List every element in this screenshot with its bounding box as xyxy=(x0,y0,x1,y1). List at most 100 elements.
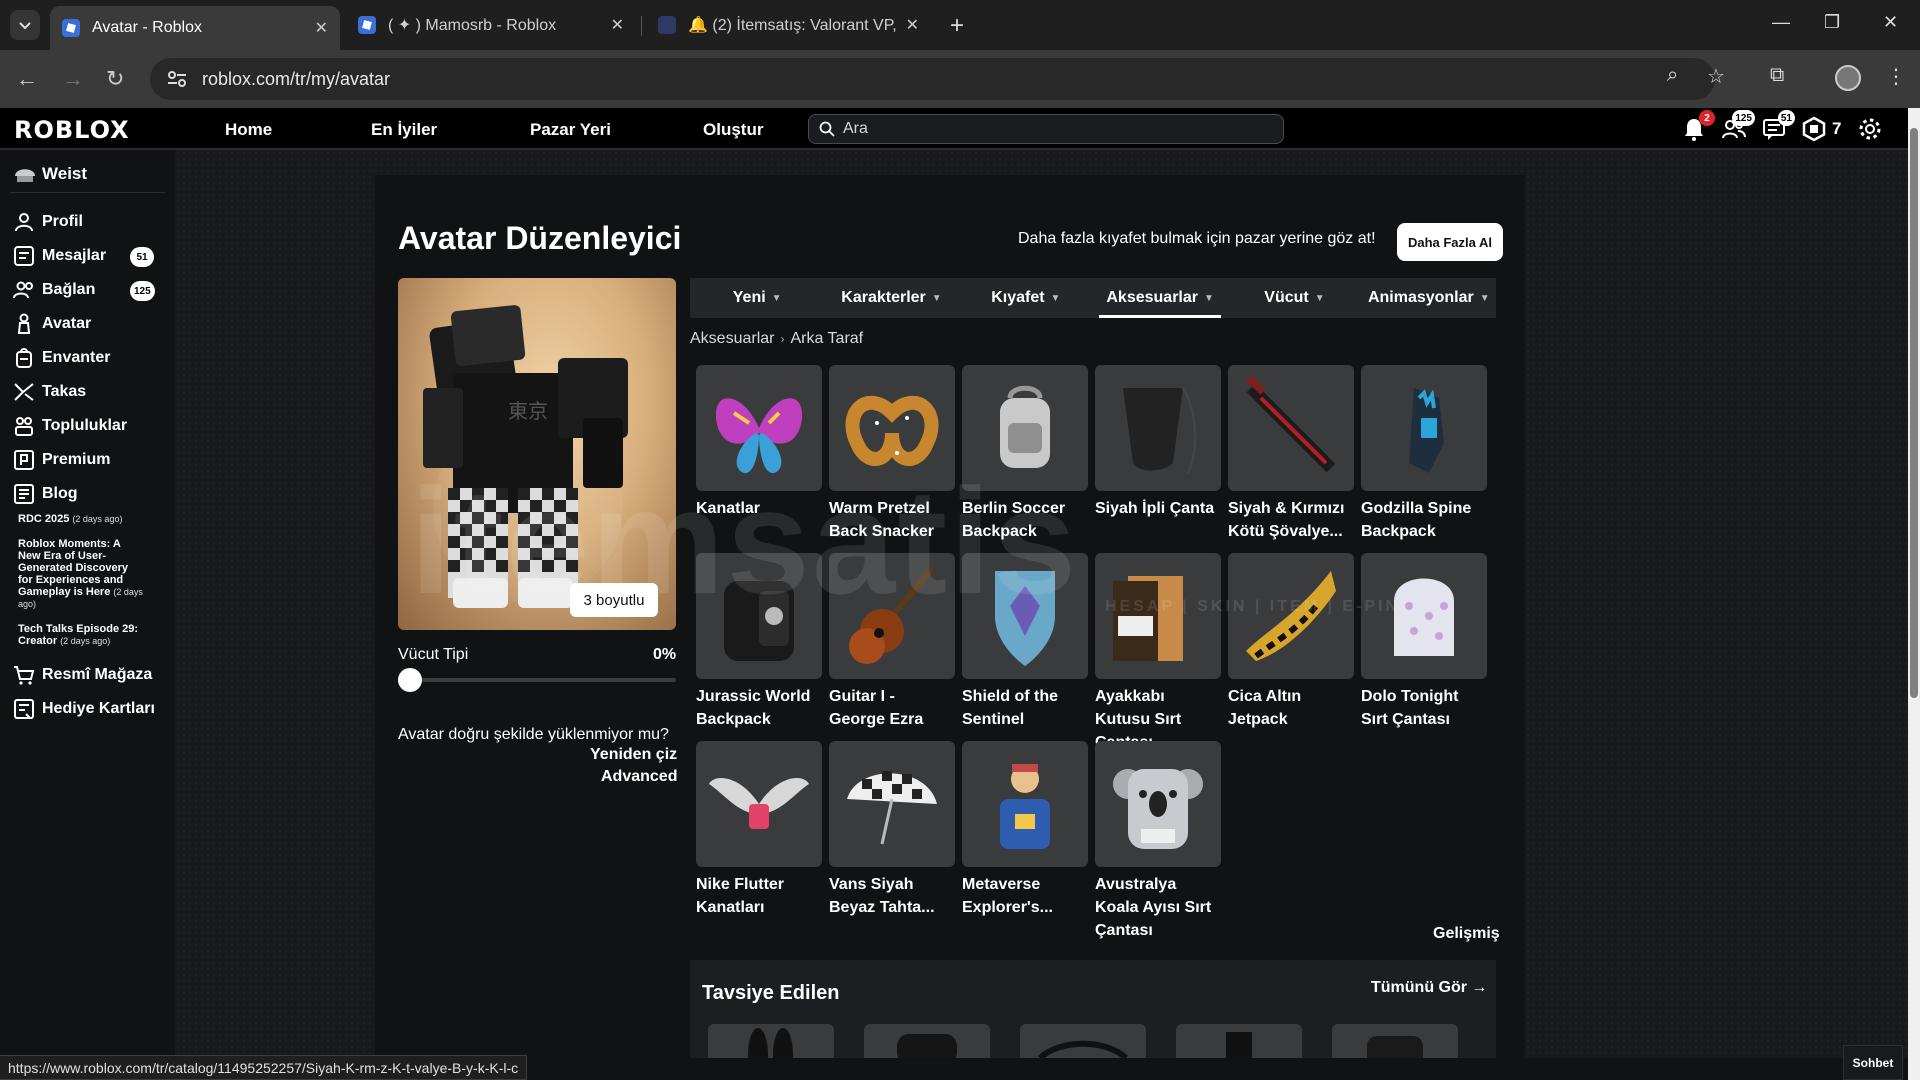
sidebar-item-profile[interactable]: Profil xyxy=(12,209,83,235)
robux-balance[interactable]: 7 xyxy=(1832,119,1841,139)
tab-label: Animasyonlar xyxy=(1367,289,1474,306)
body-type-slider-track[interactable] xyxy=(398,678,676,682)
sidebar-item-inventory[interactable]: Envanter xyxy=(12,345,110,371)
close-tab-icon[interactable]: ✕ xyxy=(611,15,624,35)
sidebar-item-communities[interactable]: Topluluklar xyxy=(12,413,127,439)
roblox-logo[interactable]: ROBLOX xyxy=(14,116,130,144)
browser-menu-icon[interactable]: ⋮ xyxy=(1886,64,1906,89)
breadcrumb-item[interactable]: Aksesuarlar xyxy=(690,330,774,347)
item-card[interactable]: Jurassic World Backpack xyxy=(696,553,822,731)
messages-button[interactable]: 51 xyxy=(1761,110,1795,142)
advanced-link[interactable]: Advanced xyxy=(601,768,677,786)
recommended-item[interactable] xyxy=(1332,1024,1458,1058)
item-thumbnail xyxy=(696,365,822,491)
extensions-icon[interactable]: ⧉ xyxy=(1770,64,1784,87)
blog-post-link[interactable]: Tech Talks Episode 29: Creator (2 days a… xyxy=(18,623,143,647)
item-name: Siyah İpli Çanta xyxy=(1095,500,1215,517)
browser-tab-1[interactable]: Avatar - Roblox ✕ xyxy=(50,6,340,50)
body-type-label: Vücut Tipi xyxy=(398,646,469,663)
sidebar-item-connect[interactable]: Bağlan xyxy=(12,277,95,303)
friends-button[interactable]: 125 xyxy=(1721,110,1755,142)
close-window-icon[interactable]: ✕ xyxy=(1883,12,1898,33)
redraw-link[interactable]: Yeniden çiz xyxy=(590,746,677,764)
chevron-right-icon: › xyxy=(780,332,785,346)
body-type-slider-thumb[interactable] xyxy=(398,668,422,692)
drawstring-bag-icon xyxy=(1123,387,1197,474)
item-card[interactable]: Ayakkabı Kutusu Sırt Çantası xyxy=(1095,553,1221,754)
address-bar[interactable]: roblox.com/tr/my/avatar xyxy=(150,58,1715,100)
browser-tab-2[interactable]: ( ✦ ) Mamosrb - Roblox ✕ xyxy=(346,8,636,42)
advanced-button[interactable]: Gelişmiş xyxy=(1433,925,1500,943)
see-all-link[interactable]: Tümünü Gör → xyxy=(1371,979,1487,997)
search-input[interactable] xyxy=(843,120,1243,138)
recommended-item[interactable] xyxy=(1020,1024,1146,1058)
forward-icon[interactable]: → xyxy=(62,66,84,92)
notifications-button[interactable]: 2 xyxy=(1681,110,1715,142)
item-card[interactable]: Metaverse Explorer's... xyxy=(962,741,1088,919)
scrollbar-thumb[interactable] xyxy=(1910,128,1918,698)
sidebar-user[interactable]: Weist xyxy=(12,162,87,186)
close-tab-icon[interactable]: ✕ xyxy=(315,18,328,38)
nav-charts[interactable]: En İyiler xyxy=(371,120,437,140)
koala-backpack-icon xyxy=(1113,769,1203,849)
sidebar-item-messages[interactable]: Mesajlar xyxy=(12,243,106,269)
item-card[interactable]: Guitar I - George Ezra xyxy=(829,553,955,731)
chat-button[interactable]: Sohbet xyxy=(1843,1045,1903,1080)
reload-icon[interactable]: ↻ xyxy=(106,66,124,92)
item-card[interactable]: Shield of the Sentinel xyxy=(962,553,1088,731)
item-thumbnail xyxy=(962,553,1088,679)
marketplace-promo-text: Daha fazla kıyafet bulmak için pazar yer… xyxy=(1018,230,1376,247)
site-settings-icon[interactable] xyxy=(166,70,188,88)
item-card[interactable]: Godzilla Spine Backpack xyxy=(1361,365,1487,543)
sidebar-item-gift-cards[interactable]: Hediye Kartları xyxy=(12,696,155,722)
sidebar-item-official-store[interactable]: Resmî Mağaza xyxy=(12,662,152,688)
tab-body[interactable]: Vücut ▼ xyxy=(1227,278,1361,318)
tab-accessories[interactable]: Aksesuarlar ▼ xyxy=(1093,278,1227,318)
sidebar-item-label: Resmî Mağaza xyxy=(42,666,153,683)
nav-create[interactable]: Oluştur xyxy=(703,120,763,140)
nav-home[interactable]: Home xyxy=(225,120,272,140)
tab-search-button[interactable] xyxy=(10,10,40,40)
item-card[interactable]: Avustralya Koala Ayısı Sırt Çantası xyxy=(1095,741,1221,942)
tab-animations[interactable]: Animasyonlar ▼ xyxy=(1362,278,1496,318)
item-name: Metaverse Explorer's... xyxy=(962,876,1053,916)
zoom-icon[interactable]: ⌕ xyxy=(1667,64,1678,87)
restore-icon[interactable]: ❐ xyxy=(1824,12,1840,33)
sidebar-item-blog[interactable]: Blog xyxy=(12,481,78,507)
settings-button[interactable] xyxy=(1857,116,1883,142)
tab-characters[interactable]: Karakterler ▼ xyxy=(824,278,958,318)
sidebar-item-premium[interactable]: Premium xyxy=(12,447,110,473)
item-card[interactable]: Kanatlar xyxy=(696,365,822,520)
recommended-item[interactable] xyxy=(708,1024,834,1058)
browser-profile-avatar[interactable] xyxy=(1835,65,1861,91)
recommended-item[interactable] xyxy=(864,1024,990,1058)
close-tab-icon[interactable]: ✕ xyxy=(906,15,919,35)
view-3d-toggle[interactable]: 3 boyutlu xyxy=(570,583,658,617)
robux-button[interactable] xyxy=(1801,116,1827,142)
bookmark-star-icon[interactable]: ☆ xyxy=(1707,64,1725,89)
item-card[interactable]: Vans Siyah Beyaz Tahta... xyxy=(829,741,955,919)
item-card[interactable]: Warm Pretzel Back Snacker xyxy=(829,365,955,543)
item-card[interactable]: Nike Flutter Kanatları xyxy=(696,741,822,919)
item-card[interactable]: Dolo Tonight Sırt Çantası xyxy=(1361,553,1487,731)
sidebar-item-avatar[interactable]: Avatar xyxy=(12,311,91,337)
item-card[interactable]: Siyah & Kırmızı Kötü Şövalye... xyxy=(1228,365,1354,543)
blog-post-link[interactable]: RDC 2025 (2 days ago) xyxy=(18,513,143,525)
avatar-preview[interactable]: 東京 xyxy=(398,278,676,630)
nav-marketplace[interactable]: Pazar Yeri xyxy=(530,120,611,140)
back-icon[interactable]: ← xyxy=(16,66,38,92)
item-card[interactable]: Berlin Soccer Backpack xyxy=(962,365,1088,543)
get-more-button[interactable]: Daha Fazla Al xyxy=(1397,223,1503,261)
blog-post-link[interactable]: Roblox Moments: A New Era of User-Genera… xyxy=(18,538,143,610)
sidebar-item-label: Hediye Kartları xyxy=(42,700,155,717)
tab-clothing[interactable]: Kıyafet ▼ xyxy=(959,278,1093,318)
item-card[interactable]: Siyah İpli Çanta xyxy=(1095,365,1221,520)
sidebar-item-trade[interactable]: Takas xyxy=(12,379,86,405)
search-box[interactable] xyxy=(808,114,1284,144)
browser-tab-3[interactable]: 🔔 (2) İtemsatış: Valorant VP, Pu ✕ xyxy=(646,8,931,42)
recommended-item[interactable] xyxy=(1176,1024,1302,1058)
tab-new[interactable]: Yeni ▼ xyxy=(690,278,824,318)
minimize-icon[interactable]: — xyxy=(1772,12,1790,33)
new-tab-button[interactable]: + xyxy=(950,12,964,40)
item-card[interactable]: Cica Altın Jetpack xyxy=(1228,553,1354,731)
